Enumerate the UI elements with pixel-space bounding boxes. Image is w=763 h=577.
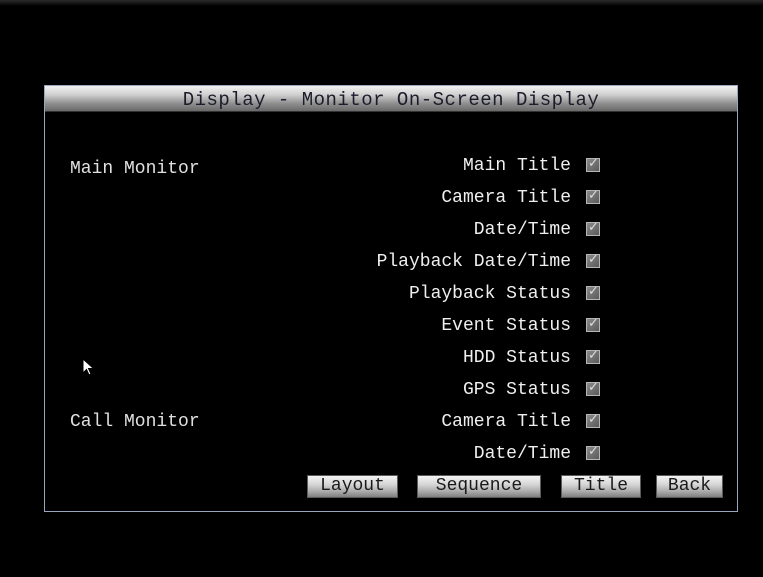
sequence-button[interactable]: Sequence — [417, 475, 541, 498]
playback-date-time-checkbox[interactable]: ✓ — [586, 252, 600, 268]
check-icon: ✓ — [588, 220, 599, 235]
screen: Display - Monitor On-Screen Display Main… — [0, 0, 763, 577]
back-button[interactable]: Back — [656, 475, 723, 498]
option-event-status-label: Event Status — [441, 316, 571, 336]
option-hdd-status-label: HDD Status — [462, 348, 571, 368]
check-icon: ✓ — [588, 444, 599, 459]
main-title-checkbox[interactable]: ✓ — [586, 156, 600, 172]
option-playback-status-label: Playback Status — [408, 284, 571, 304]
osd-dialog: Display - Monitor On-Screen Display Main… — [44, 85, 738, 512]
hdd-status-checkbox[interactable]: ✓ — [586, 348, 600, 364]
check-icon: ✓ — [588, 380, 599, 395]
check-icon: ✓ — [588, 156, 599, 171]
check-icon: ✓ — [588, 188, 599, 203]
title-bar: Display - Monitor On-Screen Display — [45, 86, 737, 112]
dialog-title: Display - Monitor On-Screen Display — [182, 89, 600, 111]
call-date-time-checkbox[interactable]: ✓ — [586, 444, 600, 460]
top-strip — [0, 0, 763, 6]
date-time-checkbox[interactable]: ✓ — [586, 220, 600, 236]
gps-status-checkbox[interactable]: ✓ — [586, 380, 600, 396]
option-camera-title-label: Camera Title — [441, 188, 571, 208]
check-icon: ✓ — [588, 316, 599, 331]
check-icon: ✓ — [588, 284, 599, 299]
option-main-title-label: Main Title — [462, 156, 571, 176]
call-camera-title-checkbox[interactable]: ✓ — [586, 412, 600, 428]
option-playback-date-time-label: Playback Date/Time — [376, 252, 571, 272]
section-main-monitor: Main Monitor — [70, 159, 200, 179]
camera-title-checkbox[interactable]: ✓ — [586, 188, 600, 204]
check-icon: ✓ — [588, 412, 599, 427]
check-icon: ✓ — [588, 348, 599, 363]
option-gps-status-label: GPS Status — [462, 380, 571, 400]
playback-status-checkbox[interactable]: ✓ — [586, 284, 600, 300]
mouse-pointer-icon — [82, 358, 95, 376]
check-icon: ✓ — [588, 252, 599, 267]
option-call-camera-title-label: Camera Title — [441, 412, 571, 432]
layout-button[interactable]: Layout — [307, 475, 398, 498]
title-button[interactable]: Title — [561, 475, 641, 498]
section-call-monitor: Call Monitor — [70, 412, 200, 432]
event-status-checkbox[interactable]: ✓ — [586, 316, 600, 332]
option-date-time-label: Date/Time — [473, 220, 571, 240]
option-call-date-time-label: Date/Time — [473, 444, 571, 464]
